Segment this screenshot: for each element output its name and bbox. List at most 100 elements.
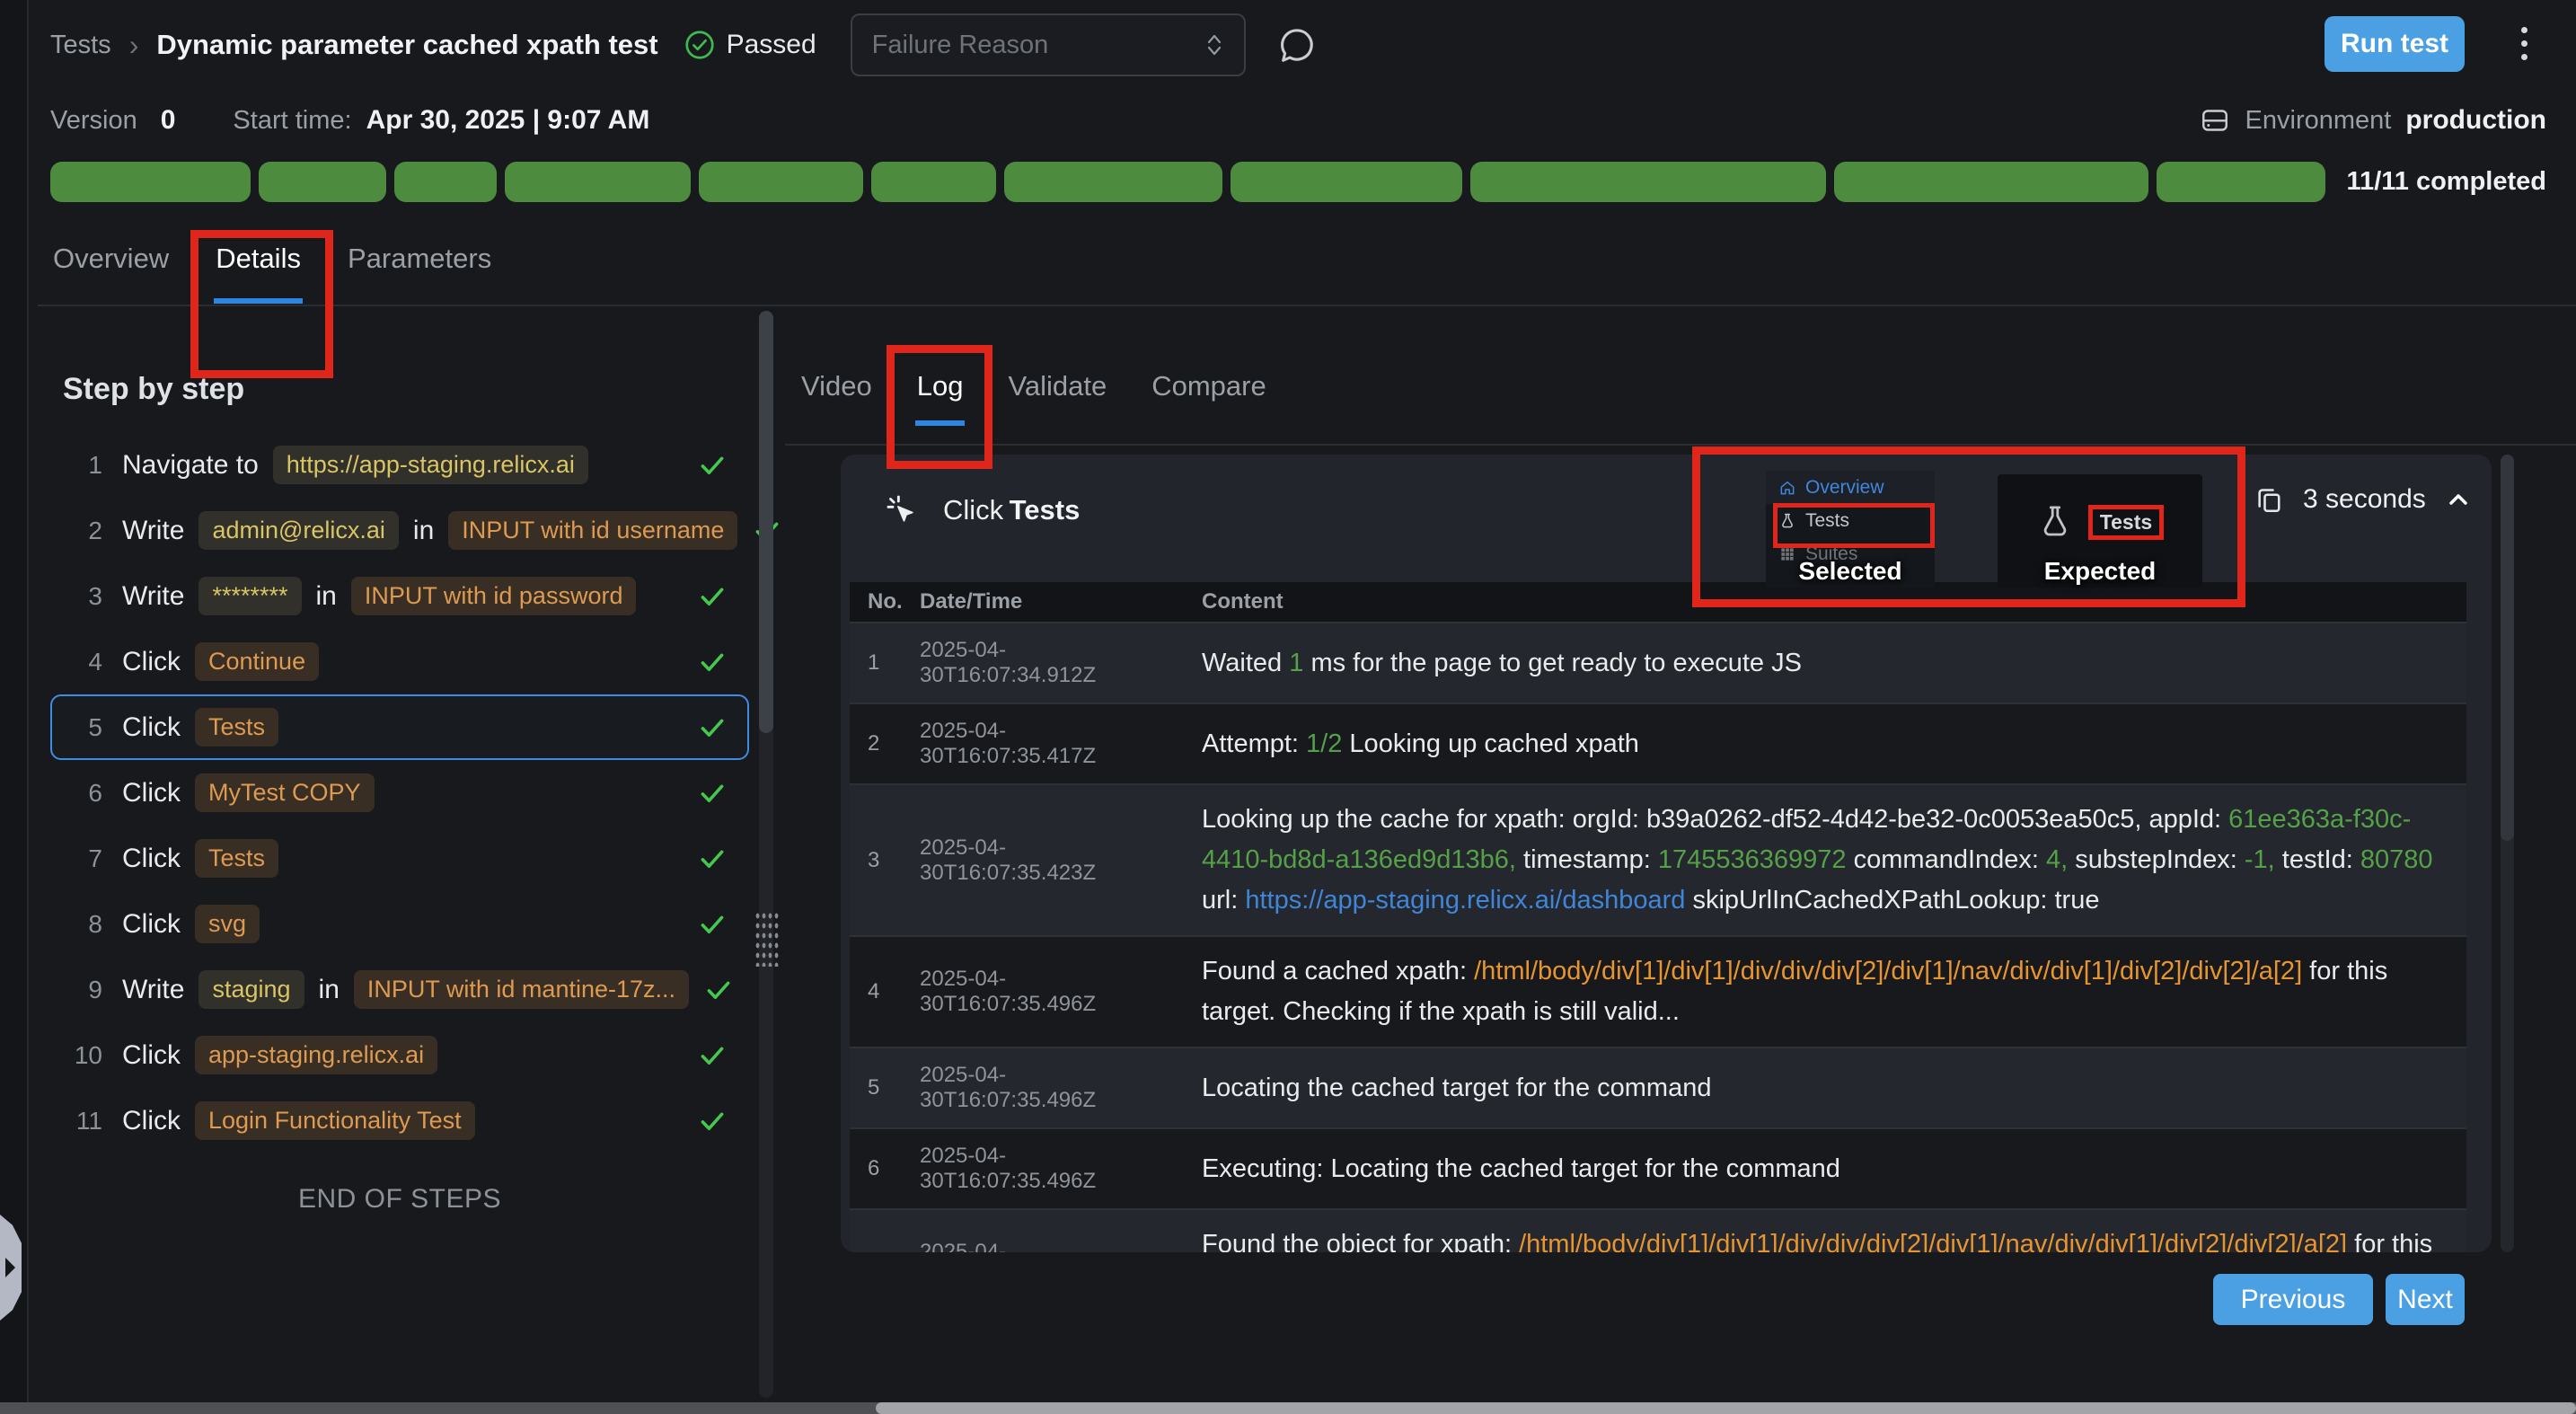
log-content: Found a cached xpath: /html/body/div[1]/… — [1177, 951, 2466, 1032]
step-action-text: Navigate to — [122, 450, 259, 481]
progress-segment — [2157, 162, 2325, 202]
log-row: 72025-04-30T16:07:35.753ZFound the objec… — [850, 1210, 2466, 1252]
horizontal-scrollbar[interactable] — [0, 1402, 2576, 1414]
step-action-text: Click — [122, 1040, 181, 1071]
log-content: Found the object for xpath: /html/body/d… — [1177, 1224, 2466, 1252]
step-row[interactable]: 3Write********inINPUT with id password — [50, 563, 749, 629]
log-panel-scroll-thumb[interactable] — [2501, 455, 2514, 841]
progress-segment — [505, 162, 691, 202]
step-action-text: in — [413, 516, 434, 546]
step-row[interactable]: 2Writeadmin@relicx.aiinINPUT with id use… — [50, 498, 749, 563]
log-no: 4 — [850, 979, 909, 1004]
expected-screenshot-thumbnail[interactable]: Tests Expected — [1998, 474, 2202, 588]
step-number: 2 — [65, 517, 102, 545]
log-no: 6 — [850, 1156, 909, 1181]
log-row: 42025-04-30T16:07:35.496ZFound a cached … — [850, 937, 2466, 1048]
step-row[interactable]: 5ClickTests — [50, 694, 749, 760]
step-target-chip: INPUT with id password — [351, 577, 637, 615]
step-number: 6 — [65, 779, 102, 808]
log-time: 2025-04-30T16:07:35.417Z — [909, 719, 1177, 769]
log-content: Locating the cached target for the comma… — [1177, 1068, 2466, 1109]
log-time: 2025-04-30T16:07:34.912Z — [909, 638, 1177, 688]
check-icon — [697, 1106, 728, 1136]
tab-overview[interactable]: Overview — [51, 226, 171, 304]
step-action-text: in — [316, 581, 337, 612]
check-icon — [697, 778, 728, 809]
step-number: 7 — [65, 844, 102, 873]
comment-bubble-icon[interactable] — [1276, 24, 1318, 66]
tab-validate[interactable]: Validate — [1006, 363, 1108, 426]
end-of-steps-label: END OF STEPS — [50, 1184, 749, 1215]
copy-icon[interactable] — [2253, 483, 2285, 516]
step-value-chip: https://app-staging.relicx.ai — [273, 446, 588, 484]
log-row: 32025-04-30T16:07:35.423ZLooking up the … — [850, 785, 2466, 937]
step-row[interactable]: 11ClickLogin Functionality Test — [50, 1088, 749, 1153]
log-table: No. Date/Time Content 12025-04-30T16:07:… — [850, 582, 2466, 1252]
failure-reason-select[interactable]: Failure Reason — [851, 13, 1246, 76]
step-action-text: Click — [122, 1106, 181, 1136]
step-row[interactable]: 9WritestaginginINPUT with id mantine-17z… — [50, 957, 749, 1022]
step-row[interactable]: 7 Click Tests — [50, 826, 749, 891]
check-icon — [703, 975, 734, 1005]
progress-segment — [1004, 162, 1222, 202]
step-row[interactable]: 4ClickContinue — [50, 629, 749, 694]
check-icon — [697, 909, 728, 940]
tab-parameters[interactable]: Parameters — [346, 226, 493, 304]
breadcrumb[interactable]: Tests — [50, 31, 111, 60]
step-value-chip: staging — [198, 970, 304, 1009]
thumbnail-nav-label: Overview — [1805, 477, 1884, 499]
step-action-text: Click — [122, 909, 181, 940]
log-row: 62025-04-30T16:07:35.496ZExecuting: Loca… — [850, 1129, 2466, 1210]
log-table-body: 12025-04-30T16:07:34.912ZWaited 1 ms for… — [850, 623, 2466, 1252]
step-target-chip: INPUT with id mantine-17z... — [354, 970, 689, 1009]
version-value: 0 — [161, 105, 176, 136]
step-panel: Step by step 1Navigate tohttps://app-sta… — [50, 358, 749, 1215]
step-row[interactable]: 1Navigate tohttps://app-staging.relicx.a… — [50, 432, 749, 498]
horizontal-scroll-thumb[interactable] — [876, 1402, 2576, 1414]
drive-icon — [2199, 104, 2231, 137]
step-target-chip: Continue — [195, 642, 319, 681]
selected-screenshot-thumbnail[interactable]: OverviewTestsSuites Selected — [1766, 471, 1935, 588]
log-tabs-divider — [785, 444, 2576, 446]
log-no: 2 — [850, 731, 909, 756]
chevron-up-icon[interactable] — [2444, 485, 2473, 514]
step-target-chip: Tests — [195, 708, 278, 747]
progress-segment — [50, 162, 251, 202]
step-panel-scroll-thumb[interactable] — [759, 311, 773, 733]
step-panel-scrollbar[interactable] — [759, 311, 773, 1398]
tab-details[interactable]: Details — [214, 226, 303, 304]
progress-completed: 11/11 completed — [2347, 167, 2546, 197]
step-action-text: Click — [122, 844, 181, 874]
log-action-target: Tests — [1010, 494, 1081, 526]
expected-label: Expected — [1998, 557, 2202, 586]
log-link[interactable]: https://app-staging.relicx.ai/dashboard — [1245, 886, 1685, 915]
tab-log[interactable]: Log — [915, 363, 966, 426]
step-row[interactable]: 6ClickMyTest COPY — [50, 760, 749, 826]
step-target-chip: Tests — [195, 839, 278, 878]
expected-highlight-box: Tests — [2088, 505, 2164, 540]
log-table-header: No. Date/Time Content — [850, 582, 2466, 623]
tabs-divider — [38, 305, 2576, 306]
tab-compare[interactable]: Compare — [1150, 363, 1268, 426]
log-row: 12025-04-30T16:07:34.912ZWaited 1 ms for… — [850, 623, 2466, 704]
check-icon — [697, 450, 728, 481]
drag-handle-icon[interactable] — [754, 911, 779, 967]
step-target-chip: MyTest COPY — [195, 773, 375, 812]
tab-video[interactable]: Video — [799, 363, 874, 426]
next-button[interactable]: Next — [2386, 1274, 2465, 1325]
previous-button[interactable]: Previous — [2213, 1274, 2373, 1325]
step-action-text: Click — [122, 647, 181, 677]
step-row[interactable]: 10Clickapp-staging.relicx.ai — [50, 1022, 749, 1088]
log-card: Click Tests 3 seconds No. Date/Time Cont… — [841, 455, 2492, 1252]
run-test-button[interactable]: Run test — [2325, 16, 2465, 72]
thumbnail-nav-item: Overview — [1766, 471, 1935, 504]
step-row[interactable]: 8Clicksvg — [50, 891, 749, 957]
log-panel-scrollbar[interactable] — [2501, 455, 2514, 1252]
log-action-verb: Click — [943, 494, 1003, 526]
step-number: 3 — [65, 582, 102, 611]
step-value-chip: ******** — [198, 577, 301, 615]
kebab-menu-icon[interactable] — [2516, 22, 2533, 66]
col-datetime: Date/Time — [909, 589, 1177, 614]
selected-label: Selected — [1766, 557, 1935, 586]
log-content: Attempt: 1/2 Looking up cached xpath — [1177, 724, 2466, 764]
